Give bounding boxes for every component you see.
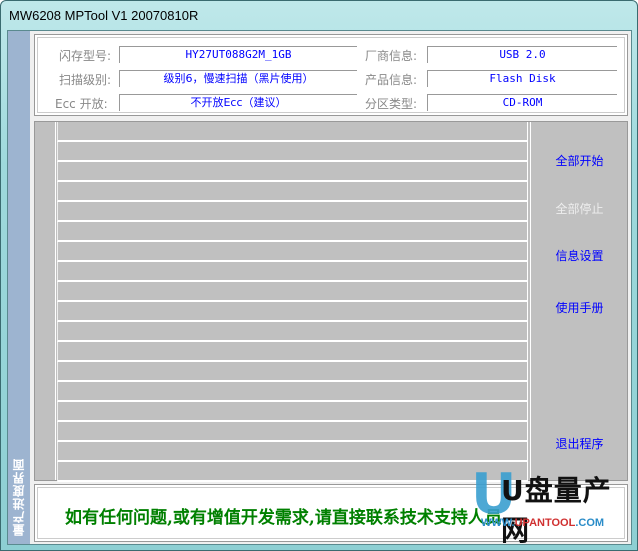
progress-grid: 全部开始 全部停止 信息设置 使用手册 退出程序 — [34, 121, 628, 482]
start-all-button[interactable]: 全部开始 — [531, 152, 628, 169]
progress-row — [57, 342, 528, 362]
progress-row — [57, 382, 528, 402]
footer-message: 如有任何问题,或有增值开发需求,请直接联系技术支持人员 — [65, 508, 502, 528]
vendor-label: 厂商信息: — [365, 49, 418, 63]
progress-row — [57, 282, 528, 302]
port-column — [35, 122, 56, 480]
scan-level-label: 扫描级别: — [59, 73, 112, 87]
watermark-url: WWW.UPANTOOL.COM — [481, 517, 605, 529]
progress-row — [57, 402, 528, 422]
partition-field: CD-ROM — [427, 94, 617, 111]
progress-row — [57, 182, 528, 202]
progress-row — [57, 142, 528, 162]
watermark-logo: U U盘量产网 WWW.UPANTOOL.COM — [471, 461, 631, 548]
watermark-text: U盘量产网 — [501, 474, 612, 547]
sidebar: 量产进度界面 — [8, 31, 30, 544]
progress-row — [57, 302, 528, 322]
ecc-label: Ecc 开放: — [55, 97, 108, 111]
progress-row — [57, 442, 528, 462]
progress-row — [57, 322, 528, 342]
manual-button[interactable]: 使用手册 — [531, 299, 628, 316]
stop-all-button[interactable]: 全部停止 — [531, 200, 628, 217]
progress-row — [57, 362, 528, 382]
progress-row — [57, 222, 528, 242]
info-settings-button[interactable]: 信息设置 — [531, 247, 628, 264]
product-label: 产品信息: — [365, 73, 418, 87]
flash-model-label: 闪存型号: — [59, 49, 112, 63]
progress-row — [57, 122, 528, 142]
progress-row — [57, 462, 528, 482]
progress-row — [57, 202, 528, 222]
vendor-field: USB 2.0 — [427, 46, 617, 63]
progress-row — [57, 262, 528, 282]
partition-label: 分区类型: — [365, 97, 418, 111]
flash-model-field: HY27UT088G2M_1GB — [119, 46, 357, 63]
progress-rows — [57, 122, 528, 482]
progress-row — [57, 422, 528, 442]
scan-level-field: 级别6，慢速扫描（黑片使用） — [119, 70, 357, 87]
action-panel: 全部开始 全部停止 信息设置 使用手册 退出程序 — [530, 122, 627, 480]
sidebar-label: 量产进度界面 — [12, 458, 26, 536]
app-window: MW6208 MPTool V1 20070810R 量产进度界面 闪存型号: … — [0, 0, 638, 551]
progress-row — [57, 162, 528, 182]
ecc-field: 不开放Ecc（建议） — [119, 94, 357, 111]
product-field: Flash Disk — [427, 70, 617, 87]
window-title: MW6208 MPTool V1 20070810R — [9, 8, 199, 23]
progress-row — [57, 242, 528, 262]
info-panel: 闪存型号: HY27UT088G2M_1GB 扫描级别: 级别6，慢速扫描（黑片… — [34, 34, 628, 116]
exit-button[interactable]: 退出程序 — [531, 435, 628, 452]
